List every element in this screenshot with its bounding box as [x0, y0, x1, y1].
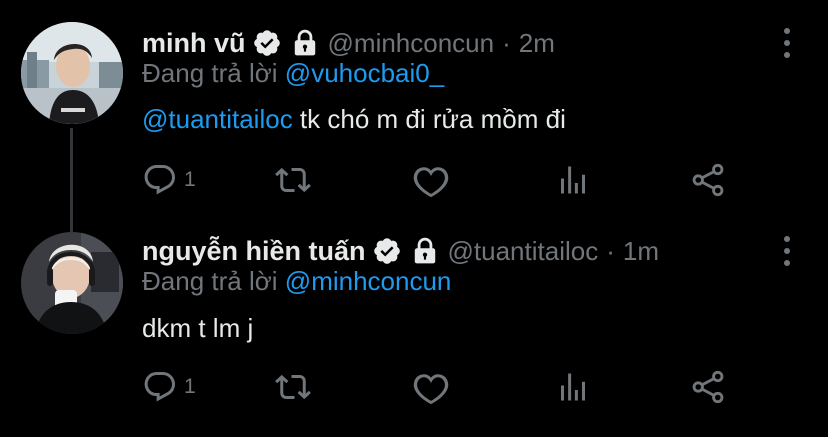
body-text-content: dkm t lm j: [142, 313, 254, 343]
body-mention[interactable]: @tuantitailoc: [142, 104, 293, 134]
replying-to-mention[interactable]: @vuhocbai0_: [285, 58, 444, 88]
like-button[interactable]: [413, 367, 455, 407]
share-button[interactable]: [690, 160, 726, 200]
reply-button[interactable]: 1: [142, 367, 196, 407]
user-handle[interactable]: @minhconcun: [328, 28, 495, 59]
like-button[interactable]: [413, 160, 455, 200]
tweet-item[interactable]: minh vũ @minhconcun · 2m Đang trả lời @v…: [0, 0, 828, 214]
replying-to-line: Đang trả lời @vuhocbai0_: [142, 58, 444, 89]
lock-icon: [292, 29, 318, 57]
replying-to-label: Đang trả lời: [142, 266, 278, 296]
tweet-item[interactable]: nguyễn hiền tuấn @tuantitailoc · 1m Đang…: [0, 214, 828, 437]
reply-count: 1: [184, 375, 196, 398]
avatar[interactable]: [21, 232, 123, 334]
verified-badge-icon: [252, 28, 282, 58]
reply-icon: [142, 162, 178, 198]
more-dots-icon: [776, 26, 798, 60]
share-icon: [690, 369, 726, 405]
tweet-action-bar: 1: [140, 367, 740, 407]
avatar-photo: [21, 232, 123, 334]
tweet-header: nguyễn hiền tuấn @tuantitailoc · 1m: [142, 232, 659, 270]
analytics-button[interactable]: [555, 160, 591, 200]
tweet-header: minh vũ @minhconcun · 2m: [142, 24, 555, 62]
tweet-text: @tuantitailoc tk chó m đi rửa mồm đi: [142, 104, 566, 135]
display-name[interactable]: nguyễn hiền tuấn: [142, 236, 366, 267]
user-handle[interactable]: @tuantitailoc: [448, 236, 599, 267]
replying-to-mention[interactable]: @minhconcun: [285, 266, 452, 296]
timestamp[interactable]: 1m: [623, 236, 659, 267]
verified-badge-icon: [372, 236, 402, 266]
reply-icon: [142, 369, 178, 405]
bar-chart-icon: [555, 162, 591, 198]
retweet-button[interactable]: [275, 160, 317, 200]
lock-icon: [412, 237, 438, 265]
heart-icon: [413, 162, 449, 198]
thread-connector-line: [70, 214, 73, 232]
more-options-button[interactable]: [776, 26, 798, 60]
separator-dot: ·: [606, 235, 615, 266]
display-name[interactable]: minh vũ: [142, 28, 246, 59]
thread-connector-line: [70, 128, 73, 214]
more-dots-icon: [776, 234, 798, 268]
analytics-button[interactable]: [555, 367, 591, 407]
bar-chart-icon: [555, 369, 591, 405]
replying-to-label: Đang trả lời: [142, 58, 278, 88]
share-button[interactable]: [690, 367, 726, 407]
retweet-icon: [275, 369, 311, 405]
tweet-text: dkm t lm j: [142, 313, 253, 344]
heart-icon: [413, 369, 449, 405]
timestamp[interactable]: 2m: [519, 28, 555, 59]
body-text-content: tk chó m đi rửa mồm đi: [292, 104, 566, 134]
reply-count: 1: [184, 168, 196, 191]
reply-button[interactable]: 1: [142, 160, 196, 200]
avatar-photo: [21, 22, 123, 124]
retweet-button[interactable]: [275, 367, 317, 407]
retweet-icon: [275, 162, 311, 198]
separator-dot: ·: [502, 27, 511, 58]
replying-to-line: Đang trả lời @minhconcun: [142, 266, 451, 297]
share-icon: [690, 162, 726, 198]
tweet-action-bar: 1: [140, 160, 740, 200]
avatar[interactable]: [21, 22, 123, 124]
more-options-button[interactable]: [776, 234, 798, 268]
